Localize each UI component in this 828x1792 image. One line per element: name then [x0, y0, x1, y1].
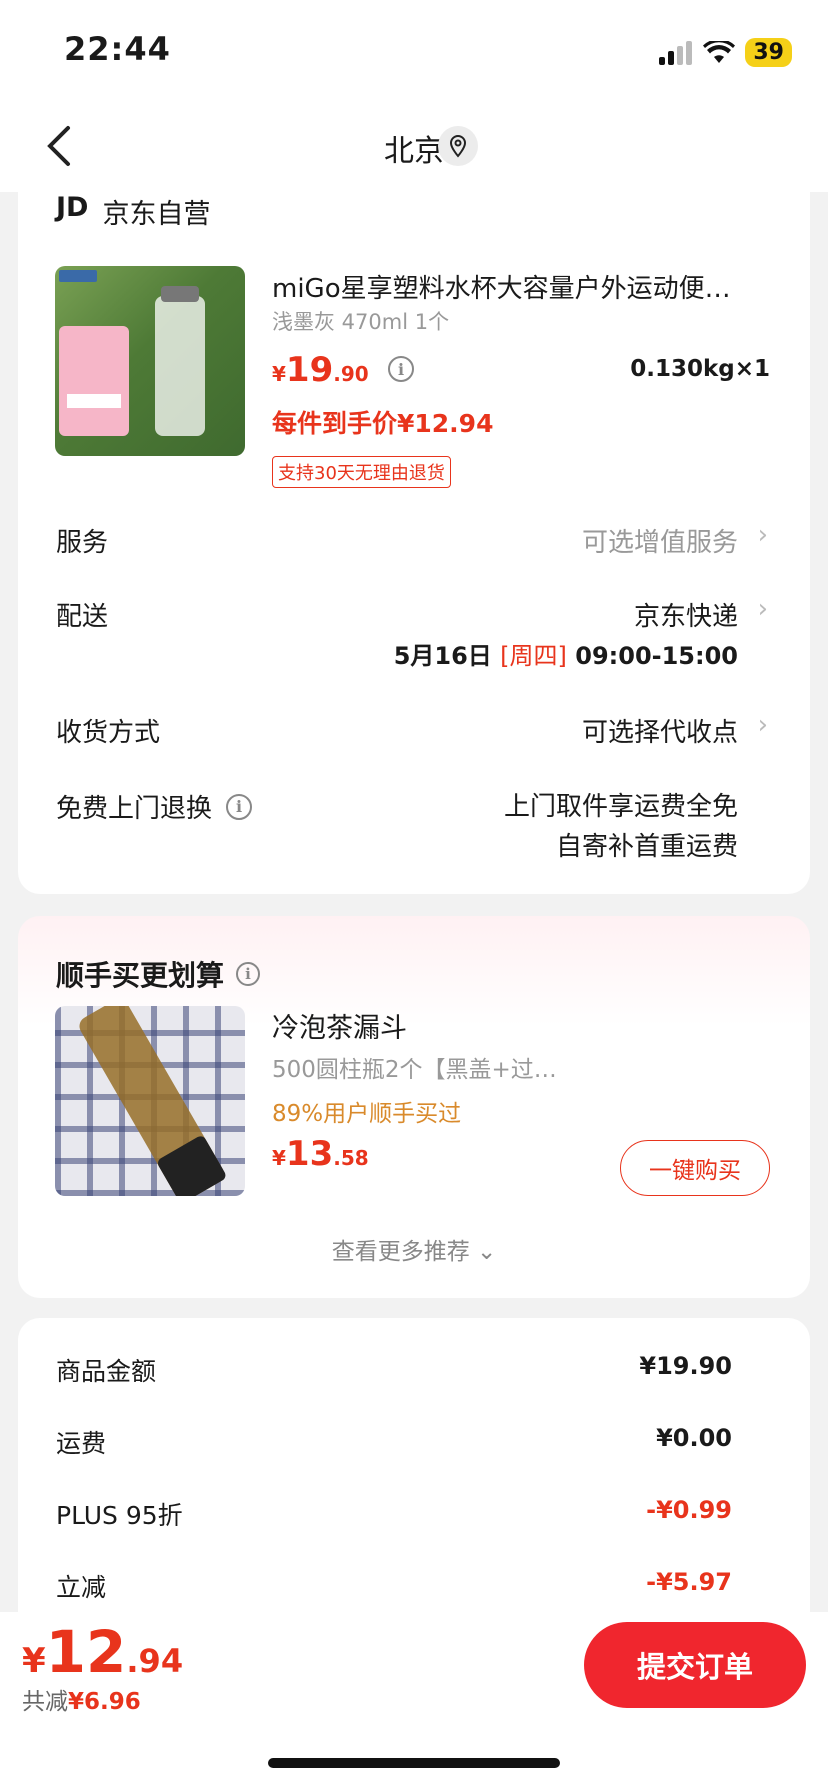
- chevron-right-icon[interactable]: ›: [758, 520, 768, 550]
- status-time: 22:44: [64, 30, 171, 68]
- product-spec: 浅墨灰 470ml 1个: [272, 310, 450, 334]
- jd-logo: JD: [56, 192, 89, 223]
- delivery-time: 5月16日 [周四] 09:00-15:00: [393, 642, 738, 670]
- instant-discount-value: -¥5.97: [646, 1568, 732, 1596]
- home-indicator[interactable]: [268, 1758, 560, 1768]
- chevron-right-icon[interactable]: ›: [758, 710, 768, 740]
- service-value[interactable]: 可选增值服务: [582, 522, 738, 559]
- location-title[interactable]: 北京: [0, 126, 828, 170]
- return-badge: 支持30天无理由退货: [272, 456, 451, 488]
- recommend-price: ¥13.58: [272, 1134, 369, 1174]
- location-pin-icon[interactable]: [438, 126, 478, 166]
- product-title[interactable]: miGo星享塑料水杯大容量户外运动便…: [272, 268, 772, 305]
- status-icons: 39: [659, 38, 792, 67]
- total-saved: 共减¥6.96: [22, 1689, 141, 1715]
- recommend-percent: 89%用户顺手买过: [272, 1101, 462, 1127]
- shop-header: JD 京东自营: [56, 192, 210, 231]
- return-row: 免费上门退换 i: [56, 788, 253, 825]
- product-weight: 0.130kg×1: [630, 356, 770, 382]
- service-label: 服务: [56, 528, 109, 558]
- instant-discount-label: 立减: [56, 1573, 107, 1602]
- return-value-1: 上门取件享运费全免: [503, 792, 738, 822]
- status-bar: 22:44 39: [0, 0, 828, 100]
- each-price: 每件到手价¥12.94: [272, 409, 494, 438]
- chevron-right-icon[interactable]: ›: [758, 594, 768, 624]
- plus-discount-label: PLUS 95折: [56, 1501, 183, 1530]
- shipping-label: 运费: [56, 1429, 107, 1458]
- recommend-spec: 500圆柱瓶2个【黑盖+过…: [272, 1057, 557, 1083]
- receive-label: 收货方式: [56, 718, 161, 748]
- wifi-icon: [703, 40, 736, 63]
- receive-value[interactable]: 可选择代收点: [582, 712, 738, 749]
- recommend-section-title: 顺手买更划算 i: [56, 954, 261, 994]
- recommend-title[interactable]: 冷泡茶漏斗: [272, 1006, 407, 1045]
- goods-amount-label: 商品金额: [56, 1357, 157, 1386]
- one-click-buy-button[interactable]: 一键购买: [620, 1140, 770, 1196]
- product-image[interactable]: [55, 266, 245, 456]
- return-value-2: 自寄补首重运费: [555, 832, 738, 862]
- order-item-card: JD 京东自营 miGo星享塑料水杯大容量户外运动便… 浅墨灰 470ml 1个…: [18, 192, 810, 894]
- nav-bar: 北京: [0, 100, 828, 192]
- return-label: 免费上门退换: [56, 794, 213, 824]
- more-recommend-link[interactable]: 查看更多推荐 ⌄: [18, 1232, 810, 1266]
- submit-order-button[interactable]: 提交订单: [584, 1622, 806, 1708]
- product-price: ¥19.90: [272, 350, 369, 390]
- shop-name: 京东自营: [102, 199, 211, 230]
- signal-icon: [659, 40, 693, 65]
- checkout-bar: ¥12.94 共减¥6.96 提交订单: [0, 1612, 828, 1792]
- battery-indicator: 39: [745, 38, 792, 67]
- info-icon[interactable]: i: [226, 793, 253, 820]
- recommend-card: 顺手买更划算 i 冷泡茶漏斗 500圆柱瓶2个【黑盖+过… 89%用户顺手买过 …: [18, 916, 810, 1298]
- delivery-label: 配送: [56, 602, 109, 632]
- plus-discount-value: -¥0.99: [646, 1496, 732, 1524]
- shipping-value: ¥0.00: [656, 1424, 732, 1452]
- recommend-product-image[interactable]: [55, 1006, 245, 1196]
- total-price: ¥12.94: [22, 1618, 184, 1686]
- info-icon[interactable]: i: [388, 356, 414, 382]
- info-icon[interactable]: i: [236, 962, 261, 986]
- goods-amount-value: ¥19.90: [639, 1352, 732, 1380]
- delivery-value[interactable]: 京东快递: [634, 596, 738, 633]
